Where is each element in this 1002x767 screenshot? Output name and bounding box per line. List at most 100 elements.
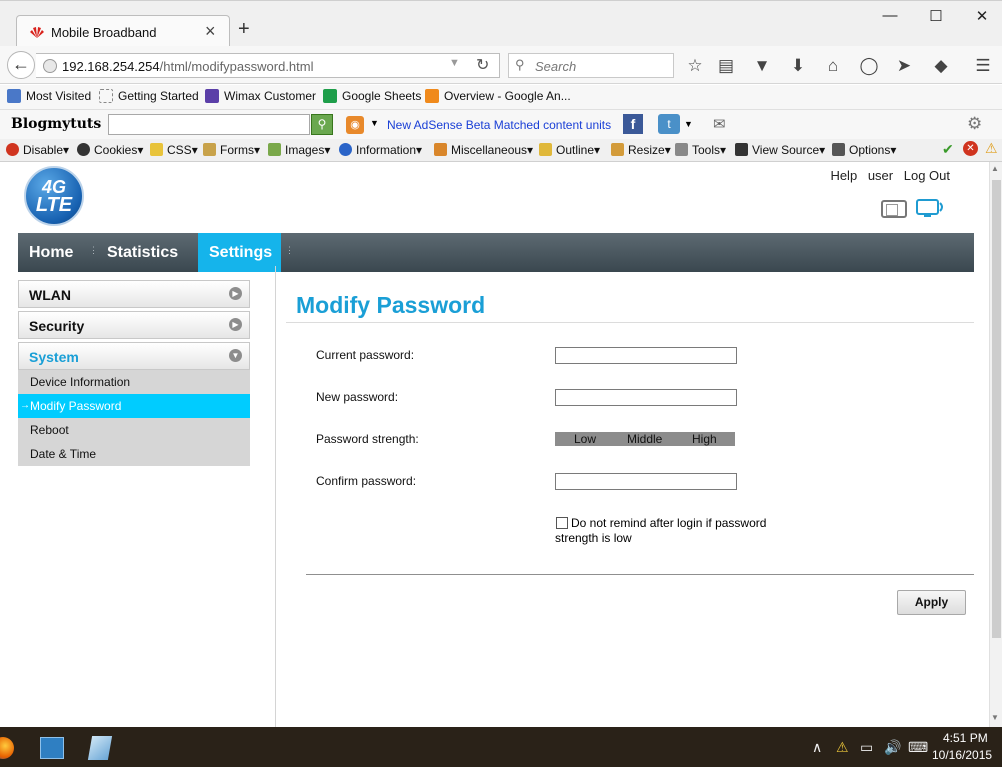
menu-options[interactable]: Options▾ (832, 143, 896, 157)
sidebar-section-security[interactable]: Security ▶ (18, 311, 250, 339)
pc-connection-icon[interactable] (916, 198, 946, 220)
scroll-up-icon[interactable]: ▲ (991, 164, 999, 173)
nav-separator: ⋮ (285, 245, 294, 255)
minimize-icon[interactable]: — (876, 7, 904, 24)
chat-icon[interactable]: ◯ (858, 56, 880, 76)
volume-icon[interactable]: 🔊 (884, 739, 901, 756)
keyboard-icon[interactable]: ⌨ (908, 739, 928, 756)
control-panel-taskbar-icon[interactable] (40, 737, 64, 759)
current-password-input[interactable] (555, 347, 737, 364)
close-tab-icon[interactable]: × (205, 21, 216, 42)
back-button[interactable]: ← (7, 51, 35, 79)
menu-icon[interactable]: ☰ (972, 56, 994, 76)
logout-link[interactable]: Log Out (904, 168, 950, 183)
help-link[interactable]: Help (830, 168, 857, 183)
warning-icon[interactable]: ⚠ (985, 140, 998, 157)
bookmarks-toolbar: Most Visited Getting Started Wimax Custo… (0, 85, 1002, 109)
options-icon (832, 143, 845, 156)
clock-time[interactable]: 4:51 PM (943, 731, 988, 745)
twitter-icon[interactable]: t (658, 114, 680, 134)
menu-css[interactable]: CSS▾ (150, 143, 198, 157)
arrow-right-icon: → (20, 400, 30, 411)
user-link[interactable]: user (868, 168, 893, 183)
tray-chevron-up-icon[interactable]: ∧ (812, 739, 822, 756)
scroll-down-icon[interactable]: ▼ (991, 713, 999, 722)
mail-icon[interactable]: ✉ (713, 115, 726, 133)
maximize-icon[interactable]: ☐ (922, 7, 950, 25)
download-icon[interactable]: ⬇ (787, 56, 809, 76)
pocket-icon[interactable]: ▼ (751, 56, 773, 76)
sidebar-item-date-time[interactable]: Date & Time (18, 442, 250, 466)
blogmytuts-toolbar: Blogmytuts ⚲ ◉ ▼ New AdSense Beta Matche… (0, 109, 1002, 139)
reload-icon[interactable]: ↻ (476, 55, 489, 75)
adsense-link[interactable]: New AdSense Beta Matched content units (387, 118, 611, 132)
blogmytuts-logo[interactable]: Blogmytuts (11, 116, 101, 132)
toolbar-search-input[interactable] (108, 114, 310, 135)
disable-icon (6, 143, 19, 156)
error-icon[interactable]: ✕ (963, 141, 978, 156)
menu-disable[interactable]: Disable▾ (6, 143, 69, 157)
apply-button[interactable]: Apply (897, 590, 966, 615)
rss-icon[interactable]: ◉ (346, 116, 364, 134)
analytics-icon (425, 89, 439, 103)
sidebar-item-modify-password[interactable]: → Modify Password (18, 394, 250, 418)
bookmark-wimax-customer[interactable]: Wimax Customer (205, 89, 316, 103)
facebook-icon[interactable]: f (623, 114, 643, 134)
header-links: Help user Log Out (823, 168, 950, 183)
chevron-down-icon: ▼ (229, 349, 242, 362)
home-icon[interactable]: ⌂ (822, 56, 844, 76)
bookmark-most-visited[interactable]: Most Visited (7, 89, 91, 103)
menu-outline[interactable]: Outline▾ (539, 143, 600, 157)
folder-icon (7, 89, 21, 103)
page-scrollbar[interactable]: ▲ ▼ (989, 162, 1002, 727)
bookmark-getting-started[interactable]: Getting Started (99, 89, 199, 103)
menu-information[interactable]: Information▾ (339, 143, 422, 157)
url-bar[interactable]: 192.168.254.254/html/modifypassword.html… (36, 53, 500, 78)
nav-settings[interactable]: Settings (198, 233, 281, 272)
check-icon[interactable]: ✔ (942, 141, 954, 158)
forms-icon (203, 143, 216, 156)
twitter-dropdown-icon[interactable]: ▼ (684, 119, 693, 129)
browser-title-bar: Mobile Broadband × + — ☐ ✕ (0, 0, 1002, 48)
rss-dropdown-icon[interactable]: ▼ (370, 118, 379, 128)
bookmark-google-sheets[interactable]: Google Sheets (323, 89, 421, 103)
clock-date[interactable]: 10/16/2015 (932, 748, 992, 762)
gear-icon[interactable]: ⚙ (967, 114, 982, 134)
bookmark-google-analytics[interactable]: Overview - Google An... (425, 89, 571, 103)
close-window-icon[interactable]: ✕ (968, 7, 996, 25)
tab-mobile-broadband[interactable]: Mobile Broadband × (16, 15, 230, 48)
url-dropdown-icon[interactable]: ▼ (449, 57, 460, 69)
menu-cookies[interactable]: Cookies▾ (77, 143, 143, 157)
remind-checkbox[interactable] (556, 517, 568, 529)
send-icon[interactable]: ➤ (893, 56, 915, 76)
menu-images[interactable]: Images▾ (268, 143, 330, 157)
sidebar-section-system[interactable]: System ▼ (18, 342, 250, 370)
bookmark-star-icon[interactable]: ☆ (684, 56, 706, 76)
new-tab-button[interactable]: + (238, 18, 250, 41)
menu-view-source[interactable]: View Source▾ (735, 143, 825, 157)
menu-tools[interactable]: Tools▾ (675, 143, 726, 157)
sidebar-item-device-information[interactable]: Device Information (18, 370, 250, 394)
nav-home[interactable]: Home (18, 233, 98, 272)
strength-low: Low (574, 432, 597, 446)
confirm-password-input[interactable] (555, 473, 737, 490)
sidebar-item-reboot[interactable]: Reboot (18, 418, 250, 442)
scroll-thumb[interactable] (992, 180, 1001, 638)
device-status-icon[interactable] (881, 200, 907, 218)
tools-icon (675, 143, 688, 156)
notebook-taskbar-icon[interactable] (87, 736, 113, 760)
menu-forms[interactable]: Forms▾ (203, 143, 260, 157)
nav-statistics[interactable]: Statistics (96, 233, 198, 272)
firefox-taskbar-icon[interactable] (0, 737, 14, 759)
search-bar[interactable]: ⚲ Search (508, 53, 674, 78)
settings-sidebar: WLAN ▶ Security ▶ System ▼ Device Informati… (18, 280, 250, 466)
battery-icon[interactable]: ▭ (860, 739, 873, 756)
menu-resize[interactable]: Resize▾ (611, 143, 671, 157)
sidebar-section-wlan[interactable]: WLAN ▶ (18, 280, 250, 308)
reading-list-icon[interactable]: ▤ (715, 56, 737, 76)
toolbar-search-button[interactable]: ⚲ (311, 114, 333, 135)
extension-icon[interactable]: ◆ (930, 56, 952, 76)
menu-miscellaneous[interactable]: Miscellaneous▾ (434, 143, 533, 157)
new-password-input[interactable] (555, 389, 737, 406)
network-warning-icon[interactable]: ⚠ (836, 739, 849, 756)
